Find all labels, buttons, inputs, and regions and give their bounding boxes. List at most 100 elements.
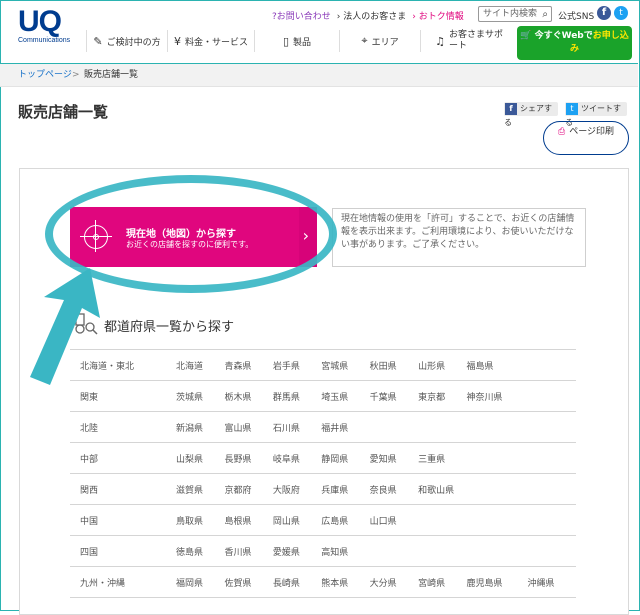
table-row: 中部 山梨県 長野県 岐阜県 静岡県 愛知県 三重県: [70, 442, 576, 474]
apply-now-button[interactable]: 🛒 今すぐWebでお申し込み: [517, 26, 632, 60]
nav-item-support[interactable]: ♫ お客さまサポート: [420, 30, 522, 52]
prefecture-link[interactable]: 青森県: [224, 350, 272, 381]
empty-cell: [466, 505, 527, 536]
search-icon[interactable]: ⌕: [542, 8, 548, 22]
empty-cell: [466, 412, 527, 443]
prefecture-link[interactable]: 東京都: [418, 381, 466, 412]
prefecture-link[interactable]: 広島県: [321, 505, 369, 536]
logo-text: UQ: [18, 5, 62, 38]
region-label: 中国: [80, 516, 99, 527]
prefecture-link[interactable]: 長崎県: [273, 567, 321, 598]
prefecture-link[interactable]: 大分県: [370, 567, 418, 598]
prefecture-link[interactable]: 福井県: [321, 412, 369, 443]
prefecture-link[interactable]: 富山県: [224, 412, 272, 443]
main-nav: ✎ ご検討中の方 ¥ 料金・サービス ▯ 製品 ⌖ エリア ♫ お客さまサポート: [86, 26, 522, 60]
prefecture-link[interactable]: 沖縄県: [528, 567, 576, 598]
breadcrumb-home[interactable]: トップページ: [18, 64, 72, 86]
printer-icon: ⎙: [557, 127, 566, 137]
empty-cell: [370, 412, 418, 443]
empty-cell: [418, 505, 466, 536]
prefecture-link[interactable]: 奈良県: [370, 474, 418, 505]
nav-label: ご検討中の方: [106, 37, 161, 48]
nav-item-area[interactable]: ⌖ エリア: [339, 30, 420, 52]
top-links: ?お問い合わせ › 法人のお客さま › おトク情報: [272, 9, 470, 22]
table-row: 北陸 新潟県 富山県 石川県 福井県: [70, 411, 576, 443]
prefecture-link[interactable]: 長野県: [224, 443, 272, 474]
empty-cell: [370, 536, 418, 567]
prefecture-link[interactable]: 石川県: [273, 412, 321, 443]
facebook-icon: f: [505, 103, 517, 115]
empty-cell: [528, 443, 576, 474]
twitter-icon: t: [566, 103, 578, 115]
prefecture-link[interactable]: 静岡県: [321, 443, 369, 474]
uq-logo[interactable]: UQ Communications: [18, 5, 70, 45]
prefecture-link[interactable]: 岡山県: [273, 505, 321, 536]
contact-link[interactable]: ?お問い合わせ: [272, 9, 331, 22]
empty-cell: [466, 443, 527, 474]
empty-cell: [528, 350, 576, 381]
breadcrumb: トップページ > 販売店舗一覧: [0, 64, 638, 87]
prefecture-link[interactable]: 滋賀県: [176, 474, 224, 505]
prefecture-link[interactable]: 群馬県: [273, 381, 321, 412]
print-page-button[interactable]: ⎙ ページ印刷: [543, 121, 629, 155]
prefecture-link[interactable]: 兵庫県: [321, 474, 369, 505]
table-row: 北海道・東北 北海道 青森県 岩手県 宮城県 秋田県 山形県 福島県: [70, 349, 576, 381]
prefecture-link[interactable]: 島根県: [224, 505, 272, 536]
empty-cell: [528, 536, 576, 567]
print-label: ページ印刷: [569, 127, 615, 137]
prefecture-link[interactable]: 宮城県: [321, 350, 369, 381]
prefecture-link[interactable]: 北海道: [176, 350, 224, 381]
prefecture-link[interactable]: 京都府: [224, 474, 272, 505]
facebook-share-button[interactable]: f シェアする: [504, 102, 558, 127]
prefecture-link[interactable]: 和歌山県: [418, 474, 466, 505]
prefecture-link[interactable]: 新潟県: [176, 412, 224, 443]
nav-item-consider[interactable]: ✎ ご検討中の方: [86, 30, 167, 52]
facebook-icon[interactable]: f: [597, 6, 611, 20]
nav-label: 料金・サービス: [184, 37, 248, 48]
search-placeholder: サイト内検索: [483, 9, 538, 19]
empty-cell: [418, 412, 466, 443]
prefecture-link[interactable]: 佐賀県: [224, 567, 272, 598]
prefecture-link[interactable]: 愛知県: [370, 443, 418, 474]
prefecture-link[interactable]: 香川県: [224, 536, 272, 567]
nav-item-pricing[interactable]: ¥ 料金・サービス: [167, 30, 254, 52]
twitter-share-button[interactable]: t ツイートする: [565, 102, 627, 127]
prefecture-link[interactable]: 三重県: [418, 443, 466, 474]
nav-item-products[interactable]: ▯ 製品: [254, 30, 339, 52]
headset-icon: ♫: [435, 34, 445, 48]
prefecture-link[interactable]: 鹿児島県: [466, 567, 527, 598]
region-label: 九州・沖縄: [80, 578, 126, 589]
nav-label: 製品: [293, 37, 312, 48]
prefecture-link[interactable]: 熊本県: [321, 567, 369, 598]
map-icon: ⌖: [361, 34, 368, 47]
prefecture-link[interactable]: 徳島県: [176, 536, 224, 567]
region-label: 中部: [80, 454, 99, 465]
prefecture-link[interactable]: 神奈川県: [466, 381, 527, 412]
prefecture-link[interactable]: 山梨県: [176, 443, 224, 474]
prefecture-link[interactable]: 茨城県: [176, 381, 224, 412]
cta-prefix: 今すぐWebで: [534, 31, 593, 41]
prefecture-link[interactable]: 鳥取県: [176, 505, 224, 536]
prefecture-link[interactable]: 高知県: [321, 536, 369, 567]
search-input[interactable]: サイト内検索 ⌕: [478, 6, 552, 22]
prefecture-link[interactable]: 埼玉県: [321, 381, 369, 412]
prefecture-link[interactable]: 山口県: [370, 505, 418, 536]
breadcrumb-separator: >: [72, 70, 80, 80]
prefecture-link[interactable]: 山形県: [418, 350, 466, 381]
prefecture-link[interactable]: 秋田県: [370, 350, 418, 381]
prefecture-link[interactable]: 宮崎県: [418, 567, 466, 598]
prefecture-link[interactable]: 大阪府: [273, 474, 321, 505]
empty-cell: [528, 412, 576, 443]
twitter-icon[interactable]: t: [614, 6, 628, 20]
prefecture-link[interactable]: 栃木県: [224, 381, 272, 412]
prefecture-link[interactable]: 千葉県: [370, 381, 418, 412]
empty-cell: [466, 536, 527, 567]
prefecture-link[interactable]: 岩手県: [273, 350, 321, 381]
deals-link[interactable]: › おトク情報: [412, 9, 463, 22]
prefecture-link[interactable]: 福島県: [466, 350, 527, 381]
sns-label: 公式SNS: [558, 12, 595, 22]
prefecture-link[interactable]: 福岡県: [176, 567, 224, 598]
prefecture-link[interactable]: 愛媛県: [273, 536, 321, 567]
business-link[interactable]: › 法人のお客さま: [337, 9, 406, 22]
prefecture-link[interactable]: 岐阜県: [273, 443, 321, 474]
